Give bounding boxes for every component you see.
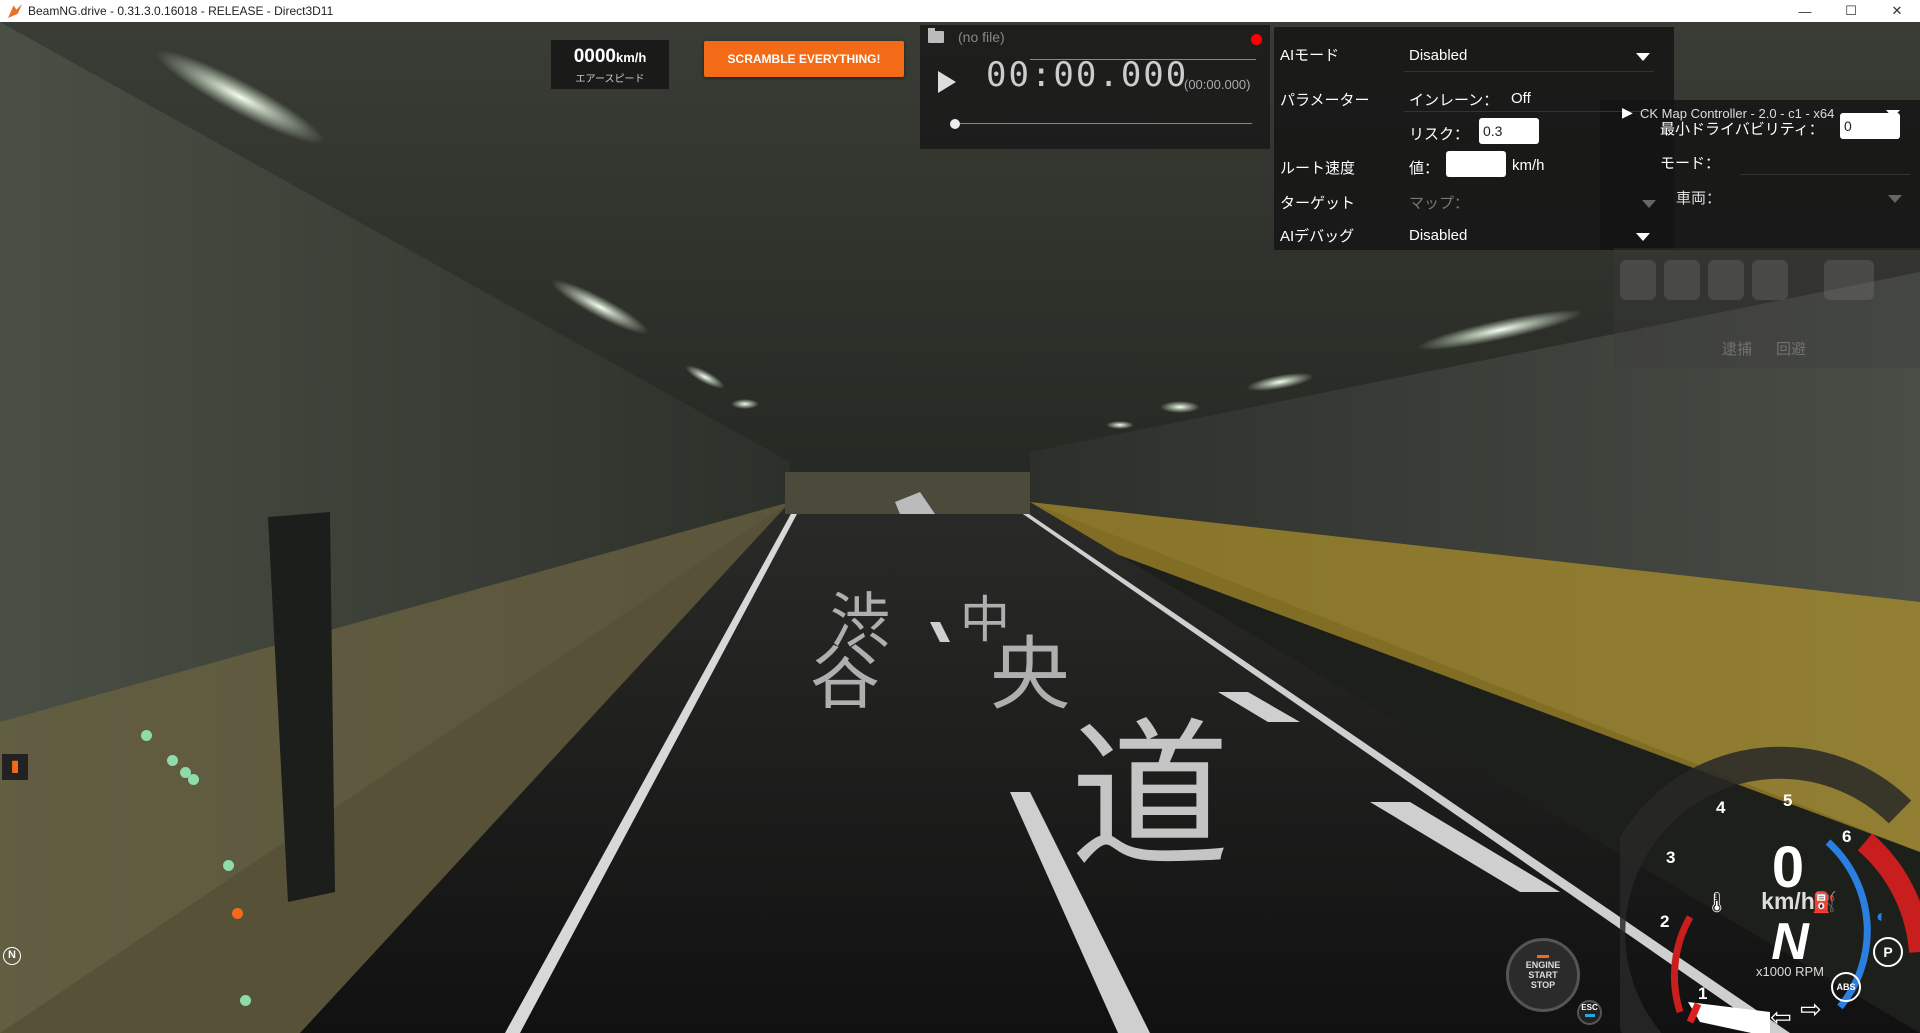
replay-panel: (no file) 00:00.000 (00:00.000) xyxy=(920,25,1270,149)
engine-line1: ENGINE xyxy=(1525,960,1561,970)
rpm-tick: 1 xyxy=(1698,984,1708,1003)
ai-debug-label: AIデバッグ xyxy=(1280,228,1355,245)
inlane-label: インレーン： xyxy=(1409,92,1499,109)
play-icon[interactable] xyxy=(938,71,956,93)
target-label: ターゲット xyxy=(1280,195,1356,212)
gear-indicator: N xyxy=(1771,913,1809,971)
close-button[interactable]: ✕ xyxy=(1874,0,1920,22)
inlane-value[interactable]: Off xyxy=(1511,90,1531,107)
airspeed-unit: km/h xyxy=(615,50,647,65)
esc-label: ESC xyxy=(1581,1003,1598,1012)
min-drivability-label: 最小ドライバビリティ： xyxy=(1660,121,1824,138)
record-icon[interactable] xyxy=(1251,34,1262,45)
expand-triangle-icon[interactable]: ▶ xyxy=(1622,104,1633,121)
route-speed-input[interactable] xyxy=(1446,151,1506,177)
temperature-icon: 🌡 xyxy=(1704,892,1730,914)
engine-start-stop-button[interactable]: ENGINE START STOP xyxy=(1506,938,1580,1012)
replay-slider-track[interactable] xyxy=(952,123,1252,124)
rpm-tick: 3 xyxy=(1666,848,1676,867)
scramble-everything-button[interactable]: SCRAMBLE EVERYTHING! xyxy=(704,41,904,77)
window-title: BeamNG.drive - 0.31.3.0.16018 - RELEASE … xyxy=(28,4,334,18)
abs-icon: ABS xyxy=(1831,972,1861,1002)
ai-debug-select[interactable]: Disabled xyxy=(1409,227,1467,244)
police-panel: 逮捕 回避 xyxy=(1614,248,1920,368)
maximize-button[interactable]: ☐ xyxy=(1828,0,1874,22)
min-drivability-input[interactable] xyxy=(1840,113,1900,139)
fuel-icon: ⛽ xyxy=(1812,892,1837,914)
ai-control-panel: AIモード Disabled パラメーター インレーン： Off リスク： ルー… xyxy=(1274,27,1674,250)
map-icon[interactable]: ▮ xyxy=(2,754,28,780)
svg-text:央: 央 xyxy=(990,628,1070,721)
police-button[interactable] xyxy=(1620,260,1656,300)
rpm-unit: x1000 RPM xyxy=(1756,964,1824,979)
esc-button[interactable]: ESC xyxy=(1577,1000,1602,1025)
rpm-tick: 6 xyxy=(1842,827,1852,846)
window-controls: — ☐ ✕ xyxy=(1782,0,1920,22)
svg-text:谷: 谷 xyxy=(810,637,880,719)
compass-north-icon: N xyxy=(3,947,21,965)
folder-icon[interactable] xyxy=(928,28,944,43)
rpm-tick: 4 xyxy=(1716,798,1726,817)
chevron-down-icon[interactable] xyxy=(1636,233,1650,241)
risk-input[interactable] xyxy=(1479,118,1539,144)
rpm-tick: 5 xyxy=(1783,791,1793,810)
eye-icon[interactable] xyxy=(1752,260,1788,300)
chevron-down-icon[interactable] xyxy=(1642,200,1656,208)
police-button[interactable] xyxy=(1708,260,1744,300)
airspeed-caption: エアースピード xyxy=(575,74,645,85)
route-speed-label: ルート速度 xyxy=(1280,160,1356,177)
divider xyxy=(1404,71,1654,72)
right-turn-signal-icon: ⇨ xyxy=(1800,994,1822,1024)
minimap-dot xyxy=(167,755,178,766)
minimap-dot xyxy=(240,995,251,1006)
divider xyxy=(1740,174,1910,175)
engine-line2: START xyxy=(1528,970,1558,980)
minimap-dot-player xyxy=(232,908,243,919)
left-turn-signal-icon: ⇦ xyxy=(1770,1002,1792,1032)
engine-status-indicator xyxy=(1537,955,1549,958)
minimap-dot xyxy=(188,774,199,785)
police-button[interactable] xyxy=(1664,260,1700,300)
minimap-dot xyxy=(141,730,152,741)
headlight-icon: ◐ xyxy=(1876,906,1887,926)
ai-mode-select[interactable]: Disabled xyxy=(1409,47,1467,64)
chevron-down-icon[interactable] xyxy=(1636,53,1650,61)
replay-subtime: (00:00.000) xyxy=(1184,77,1251,92)
svg-text:道: 道 xyxy=(1070,703,1230,890)
chevron-down-icon[interactable] xyxy=(1888,195,1902,203)
replay-file-name: (no file) xyxy=(958,29,1005,45)
dashboard-gauge: 1 2 3 4 5 6 0 km/h N x1000 RPM 🌡 ⛽ ◐ P A… xyxy=(1620,722,1920,1033)
replay-time: 00:00.000 xyxy=(986,55,1189,95)
game-viewport[interactable]: 渋 谷 中 央 道 ▮ N 0000km/h エアースピード SCRAMBLE … xyxy=(0,22,1920,1033)
minimap-dot xyxy=(223,860,234,871)
airspeed-widget: 0000km/h エアースピード xyxy=(551,40,669,89)
risk-label: リスク： xyxy=(1409,126,1470,143)
evade-label[interactable]: 回避 xyxy=(1776,338,1806,359)
parking-brake-icon: P xyxy=(1873,937,1903,967)
value-label: 値： xyxy=(1409,160,1440,177)
divider xyxy=(1404,111,1654,112)
route-speed-unit: km/h xyxy=(1512,157,1545,174)
ai-mode-label: AIモード xyxy=(1280,47,1340,64)
beamng-logo-icon xyxy=(8,4,22,18)
target-vehicle-label[interactable]: 車両： xyxy=(1676,187,1721,208)
parameters-label: パラメーター xyxy=(1280,92,1370,109)
airspeed-value: 0000 xyxy=(573,46,616,67)
minimize-button[interactable]: — xyxy=(1782,0,1828,22)
rpm-tick: 2 xyxy=(1660,912,1670,931)
arrest-label[interactable]: 逮捕 xyxy=(1722,338,1752,359)
police-button[interactable] xyxy=(1824,260,1874,300)
esc-indicator xyxy=(1584,1014,1595,1017)
replay-slider-knob[interactable] xyxy=(950,119,960,129)
engine-line3: STOP xyxy=(1530,980,1556,990)
target-map-label[interactable]: マップ： xyxy=(1409,192,1469,213)
mode-label: モード： xyxy=(1660,155,1721,172)
window-titlebar: BeamNG.drive - 0.31.3.0.16018 - RELEASE … xyxy=(0,0,1920,22)
